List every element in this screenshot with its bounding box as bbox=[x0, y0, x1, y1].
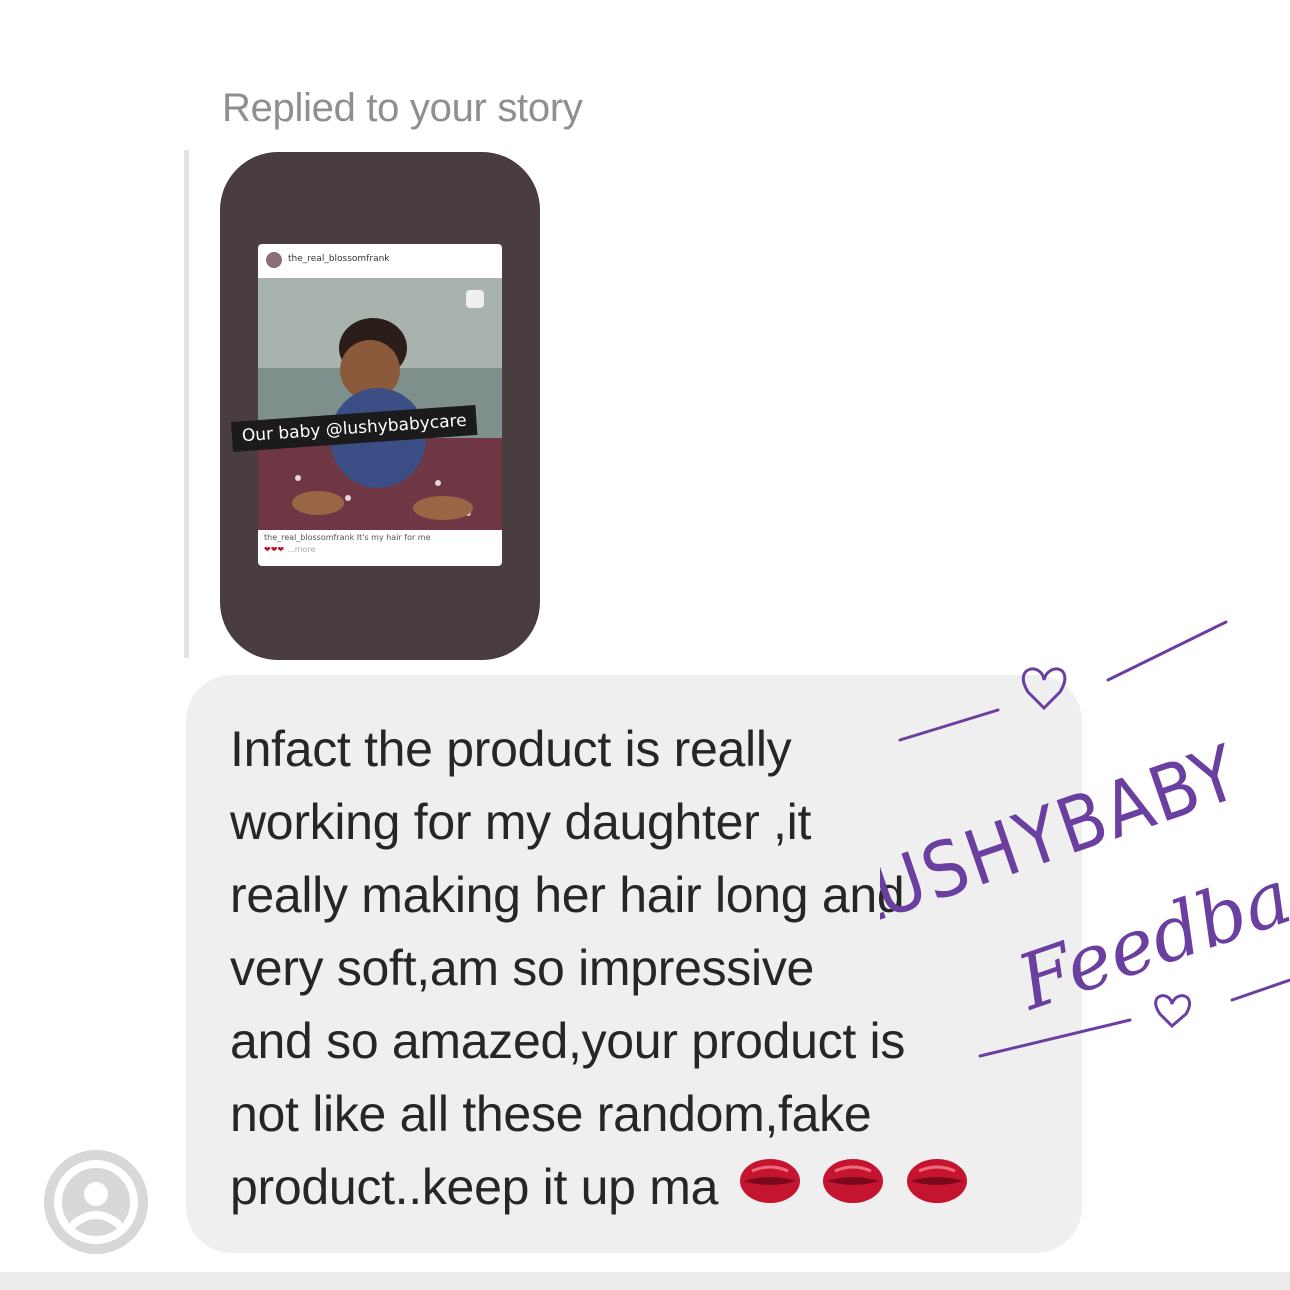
kiss-mark-icon bbox=[905, 1153, 969, 1229]
baby-photo bbox=[258, 278, 502, 530]
kiss-mark-icon bbox=[738, 1153, 802, 1229]
replied-to-story-label: Replied to your story bbox=[222, 86, 583, 130]
reply-indicator-line bbox=[184, 150, 189, 658]
sender-avatar[interactable] bbox=[44, 1150, 148, 1254]
post-username: the_real_blossomfrank bbox=[288, 254, 390, 264]
bottom-bar bbox=[0, 1272, 1290, 1290]
message-line-last: product..keep it up ma bbox=[230, 1151, 1050, 1229]
message-line: product..keep it up ma bbox=[230, 1159, 719, 1215]
dm-thread: Replied to your story the_real_blossomfr… bbox=[0, 0, 1290, 1290]
post-avatar bbox=[266, 252, 282, 268]
user-silhouette-icon bbox=[44, 1150, 148, 1254]
caption-more-link[interactable]: ...more bbox=[287, 545, 315, 554]
caption-text: the_real_blossomfrank It's my hair for m… bbox=[264, 533, 431, 542]
caption-hearts: ❤❤❤ bbox=[264, 545, 285, 554]
post-header: the_real_blossomfrank bbox=[258, 244, 502, 276]
lushybaby-feedback-watermark: LUSHYBABY Feedback bbox=[880, 620, 1290, 1058]
post-caption: the_real_blossomfrank It's my hair for m… bbox=[264, 532, 496, 556]
kiss-mark-icon bbox=[821, 1153, 885, 1229]
story-preview-card[interactable]: the_real_blossomfrank the_real_blossomfr… bbox=[220, 152, 540, 660]
